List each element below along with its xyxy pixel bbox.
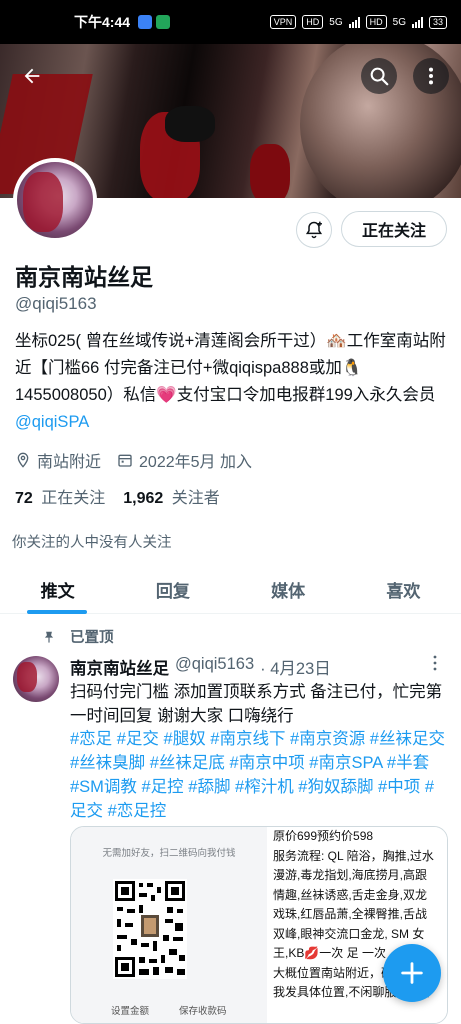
menu-line: 情趣,丝袜诱惑,舌走金身,双龙 [273, 887, 428, 902]
back-button[interactable] [14, 58, 50, 94]
following-button[interactable]: 正在关注 [341, 211, 447, 247]
profile-handle: @qiqi5163 [15, 294, 97, 313]
menu-line: 漫游,毒龙指划,海底捞月,高跟 [273, 868, 428, 882]
menu-line: 戏珠,红唇品萧,全裸臀推,舌战 [273, 907, 428, 921]
tab-media[interactable]: 媒体 [231, 566, 346, 613]
menu-line: 服务流程: QL 陪浴，胸推,过水 [273, 848, 434, 863]
tweet-author-handle: @qiqi5163 [175, 655, 255, 673]
tab-replies[interactable]: 回复 [115, 566, 230, 613]
tab-tweets[interactable]: 推文 [0, 566, 115, 614]
followers-count-link[interactable]: 1,962 关注者 [123, 484, 220, 508]
following-count-link[interactable]: 72 正在关注 [15, 484, 105, 508]
joined-text: 2022年5月 加入 [139, 454, 252, 471]
status-time: 下午4:44 [74, 14, 131, 30]
location-item: 南站附近 [15, 448, 101, 472]
search-button[interactable] [361, 58, 397, 94]
hd-badge-2: HD [365, 15, 387, 29]
more-options-button[interactable] [413, 58, 449, 94]
profile-bio: 坐标025( 曾在丝域传说+清莲阁会所干过）🏘️工作室南站附近【门槛66 付完备… [15, 328, 447, 436]
status-right: VPN HD 5G HD 5G 33 [269, 15, 447, 29]
bell-plus-icon [305, 221, 323, 239]
location-pin-icon [15, 451, 31, 469]
plus-icon [401, 962, 423, 984]
tweet-header: 南京南站丝足 @qiqi5163 · 4月23日 [70, 655, 331, 679]
following-label: 正在关注 [41, 490, 106, 507]
tweet-date[interactable]: · 4月23日 [260, 655, 331, 679]
status-bar: 下午4:44 VPN HD 5G HD 5G 33 [0, 0, 461, 44]
profile-name: 南京南站丝足 [15, 264, 153, 290]
hd-badge: HD [302, 15, 324, 29]
tab-likes[interactable]: 喜欢 [346, 566, 461, 613]
profile-meta: 南站附近 2022年5月 加入 [15, 448, 252, 472]
set-amount-button: 设置金额 [111, 1006, 150, 1017]
compose-tweet-button[interactable] [383, 944, 441, 1002]
app-notification-icon [138, 15, 153, 29]
pin-icon [44, 631, 54, 643]
tweet-hashtags[interactable]: #恋足 #足交 #腿奴 #南京线下 #南京资源 #丝袜足交 #丝袜臭脚 #丝袜足… [70, 727, 450, 823]
following-count: 72 [15, 490, 33, 507]
more-vertical-icon [433, 655, 437, 671]
menu-line: 双峰,眼神交流口金龙, SM 女 [273, 926, 425, 941]
tweet-text: 扫码付完门槛 添加置顶联系方式 备注已付，忙完第一时间回复 谢谢大家 口嗨绕行 [70, 683, 443, 725]
save-qr-button: 保存收款码 [179, 1006, 227, 1017]
qr-code-icon [113, 879, 187, 979]
followers-count: 1,962 [123, 490, 164, 507]
more-vertical-icon [428, 67, 434, 85]
bio-text: 坐标025( 曾在丝域传说+清莲阁会所干过）🏘️工作室南站附近【门槛66 付完备… [15, 332, 446, 404]
arrow-left-icon [24, 68, 40, 84]
pinned-indicator: 已置顶 [42, 626, 114, 647]
battery-icon: 33 [428, 15, 447, 29]
calendar-icon [117, 452, 133, 468]
pinned-label: 已置顶 [70, 630, 114, 646]
network-label: 5G [329, 16, 343, 28]
tweet-author-avatar[interactable] [13, 656, 59, 702]
bio-mention-link[interactable]: @qiqiSPA [15, 413, 89, 431]
profile-avatar[interactable] [13, 158, 97, 242]
tweet-more-button[interactable] [432, 655, 438, 676]
qr-caption: 无需加好友，扫二维码向我付钱 [102, 848, 236, 859]
shield-notification-icon [156, 15, 171, 29]
tweet-author-name[interactable]: 南京南站丝足 [70, 655, 169, 679]
search-icon [370, 67, 389, 86]
status-app-icons [138, 15, 171, 29]
vpn-badge: VPN [269, 15, 297, 29]
payment-qr-image[interactable]: 无需加好友，扫二维码向我付钱 设置金额 保存收款码 [71, 827, 267, 1023]
tweet-media[interactable]: 无需加好友，扫二维码向我付钱 设置金额 保存收款码 原价699预约价598 服务… [70, 826, 448, 1024]
notifications-button[interactable] [296, 212, 332, 248]
joined-item: 2022年5月 加入 [117, 448, 252, 472]
profile-tabs: 推文 回复 媒体 喜欢 [0, 566, 461, 614]
mutual-followers-text: 你关注的人中没有人关注 [12, 535, 172, 551]
follow-counts: 72 正在关注 1,962 关注者 [15, 484, 220, 508]
signal-icon-2 [411, 16, 423, 28]
followers-label: 关注者 [171, 490, 220, 507]
menu-line: 原价699预约价598 [273, 829, 374, 843]
network-label-2: 5G [392, 16, 406, 28]
signal-icon [348, 16, 360, 28]
location-text: 南站附近 [37, 454, 102, 471]
